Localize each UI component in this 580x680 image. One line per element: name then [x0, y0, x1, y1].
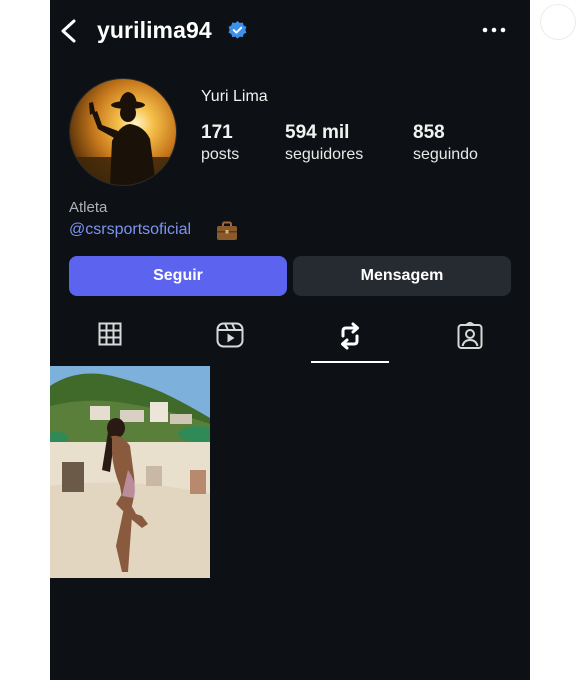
- profile-username: yurilima94: [97, 17, 212, 43]
- repost-icon: [341, 322, 359, 350]
- avatar[interactable]: [69, 78, 177, 186]
- stat-following[interactable]: 858 seguindo: [413, 122, 478, 166]
- bio-category: Atleta: [69, 199, 108, 216]
- message-button-label: Mensagem: [360, 267, 444, 284]
- message-button[interactable]: Mensagem: [293, 256, 511, 296]
- selected-tab-indicator: [311, 361, 389, 363]
- watermark-circle: [540, 4, 576, 40]
- stat-followers-value: 594 mil: [285, 122, 350, 143]
- tab-tagged[interactable]: [410, 320, 530, 364]
- chevron-left-icon[interactable]: [58, 18, 80, 44]
- display-name: Yuri Lima: [201, 88, 268, 105]
- profile-header: yurilima94: [50, 0, 530, 62]
- profile-screen: yurilima94 Yuri Lima 171 posts 594 mil s…: [50, 0, 530, 680]
- stat-following-label: seguindo: [413, 146, 478, 163]
- grid-icon: [98, 322, 122, 346]
- stat-posts-label: posts: [201, 146, 240, 163]
- briefcase-icon: [217, 221, 237, 240]
- tab-reels[interactable]: [170, 320, 290, 364]
- stat-followers-label: seguidores: [285, 146, 364, 163]
- more-horizontal-icon[interactable]: [482, 26, 506, 34]
- tab-reposts[interactable]: [290, 320, 410, 364]
- follow-button[interactable]: Seguir: [69, 256, 287, 296]
- stat-posts-value: 171: [201, 122, 233, 143]
- follow-button-label: Seguir: [153, 267, 203, 284]
- tagged-person-icon: [457, 322, 483, 349]
- stat-following-value: 858: [413, 122, 445, 143]
- verified-badge-icon: [228, 21, 247, 39]
- bio-mention-link[interactable]: @csrsportsoficial: [69, 221, 191, 239]
- stat-followers[interactable]: 594 mil seguidores: [285, 122, 363, 166]
- reels-icon: [216, 322, 244, 348]
- tab-grid[interactable]: [50, 320, 170, 364]
- post-thumbnail-beach[interactable]: [50, 366, 210, 578]
- stat-posts[interactable]: 171 posts: [201, 122, 239, 166]
